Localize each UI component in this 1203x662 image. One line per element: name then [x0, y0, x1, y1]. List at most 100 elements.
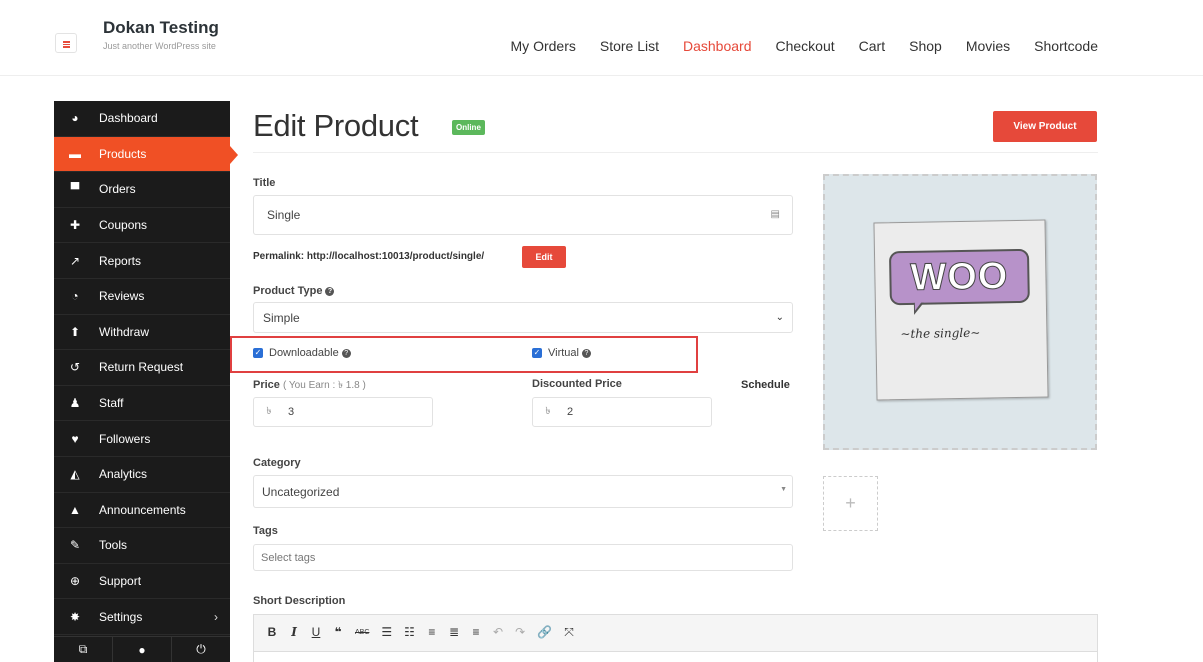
bold-icon[interactable]: B [267, 625, 277, 639]
nav-checkout[interactable]: Checkout [776, 38, 835, 54]
add-gallery-image-button[interactable]: + [823, 476, 878, 531]
title-input[interactable]: Single ▤ [253, 195, 793, 235]
sidebar-item-dashboard[interactable]: ◕ Dashboard [54, 101, 230, 137]
sidebar-item-tools[interactable]: ✎ Tools [54, 528, 230, 564]
brand[interactable]: Dokan Testing Just another WordPress sit… [103, 18, 238, 53]
sidebar-item-followers[interactable]: ♥ Followers [54, 421, 230, 457]
sidebar-item-products[interactable]: ▬ Products [54, 136, 238, 173]
sidebar-footer: ⧉ ● ⏻ [54, 636, 230, 662]
category-value: Uncategorized [262, 484, 340, 499]
nav-dashboard[interactable]: Dashboard [683, 38, 752, 54]
sidebar-item-coupons[interactable]: ✚ Coupons [54, 208, 230, 244]
discounted-price-input[interactable]: ৳ 2 [532, 397, 712, 427]
sidebar-item-analytics[interactable]: ◭ Analytics [54, 457, 230, 493]
gear-icon: ✸ [69, 609, 81, 624]
undo-icon[interactable]: ↶ [493, 625, 503, 639]
downloadable-label: Downloadable [269, 347, 339, 359]
help-icon[interactable]: ? [341, 348, 351, 358]
power-icon[interactable]: ⏻ [172, 637, 230, 662]
password-manager-icon[interactable]: ▤ [771, 209, 780, 220]
schedule-link[interactable]: Schedule [741, 379, 790, 391]
help-icon[interactable]: ? [581, 348, 591, 358]
users-icon: ♟ [69, 396, 81, 411]
sidebar-item-reports[interactable]: ↗ Reports [54, 243, 230, 279]
sidebar-item-return-request[interactable]: ↺ Return Request [54, 350, 230, 386]
italic-icon[interactable]: I [289, 625, 299, 639]
cart-icon: ▀ [70, 182, 80, 197]
align-right-icon[interactable]: ≡ [471, 625, 481, 639]
discounted-price-label: Discounted Price [532, 378, 622, 390]
sidebar-item-withdraw[interactable]: ⬆ Withdraw [54, 315, 230, 351]
numbered-list-icon[interactable]: ☷ [404, 625, 415, 639]
site-header: Dokan Testing Just another WordPress sit… [0, 0, 1203, 76]
price-input[interactable]: ৳ 3 [253, 397, 433, 427]
sidebar-item-label: Tools [99, 538, 128, 553]
fullscreen-icon[interactable]: ⤧ [564, 625, 574, 640]
nav-shortcode[interactable]: Shortcode [1034, 38, 1098, 54]
tags-placeholder: Select tags [261, 551, 316, 564]
gift-icon: ✚ [69, 218, 81, 233]
briefcase-icon: ▬ [69, 146, 81, 161]
sidebar-item-label: Return Request [99, 360, 184, 375]
main-nav: My Orders Store List Dashboard Checkout … [511, 38, 1098, 54]
area-chart-icon: ◭ [70, 467, 80, 482]
downloadable-checkbox[interactable]: ✓ Downloadable? [253, 347, 351, 359]
product-image-box[interactable]: WOO ~the single~ [823, 174, 1097, 450]
woo-logo: WOO [888, 248, 1030, 306]
site-title[interactable]: Dokan Testing [103, 18, 238, 38]
woo-product-image: WOO ~the single~ [873, 219, 1049, 401]
category-select[interactable]: Uncategorized ▼ [253, 475, 793, 508]
currency-symbol: ৳ [266, 405, 272, 417]
discounted-price-value: 2 [567, 406, 574, 418]
you-earn-text: ( You Earn : ৳ 1.8 ) [282, 380, 366, 391]
sidebar-item-reviews[interactable]: ◔ Reviews [54, 279, 230, 315]
link-icon[interactable]: 🔗 [537, 625, 552, 639]
virtual-checkbox[interactable]: ✓ Virtual? [532, 347, 591, 359]
checkbox-checked-icon[interactable]: ✓ [253, 348, 263, 358]
sidebar-item-settings[interactable]: ✸ Settings › [54, 599, 230, 635]
nav-my-orders[interactable]: My Orders [511, 38, 576, 54]
sidebar-item-label: Staff [99, 396, 124, 411]
nav-cart[interactable]: Cart [859, 38, 885, 54]
blockquote-icon[interactable]: ❝ [333, 625, 343, 639]
user-icon[interactable]: ● [113, 637, 172, 662]
editor-toolbar: B I U ❝ ABC ☰ ☷ ≡ ≣ ≡ ↶ ↷ 🔗 ⤧ [254, 615, 1097, 649]
product-type-select[interactable]: Simple ⌄ [253, 302, 793, 333]
sidebar-item-label: Reviews [99, 289, 145, 304]
redo-icon[interactable]: ↷ [515, 625, 525, 639]
strikethrough-icon[interactable]: ABC [355, 629, 369, 636]
underline-icon[interactable]: U [311, 625, 321, 639]
dashboard-icon: ◕ [71, 111, 79, 126]
align-left-icon[interactable]: ≡ [427, 625, 437, 639]
nav-shop[interactable]: Shop [909, 38, 942, 54]
sidebar-item-announcements[interactable]: ▲ Announcements [54, 493, 230, 529]
virtual-label: Virtual [548, 347, 579, 359]
permalink-edit-button[interactable]: Edit [522, 246, 566, 268]
menu-toggle-icon[interactable] [55, 33, 77, 53]
sidebar-item-staff[interactable]: ♟ Staff [54, 386, 230, 422]
chart-icon: ↗ [69, 253, 81, 268]
nav-movies[interactable]: Movies [966, 38, 1010, 54]
price-label-text: Price [253, 379, 280, 391]
editor-body[interactable] [254, 651, 1097, 662]
sidebar-item-label: Orders [99, 182, 136, 197]
sidebar-item-orders[interactable]: ▀ Orders [54, 172, 230, 208]
chevron-right-icon: › [214, 609, 218, 624]
upload-icon: ⬆ [69, 324, 81, 339]
product-type-label: Product Type? [253, 285, 335, 297]
align-center-icon[interactable]: ≣ [449, 625, 459, 639]
bell-icon: ▲ [69, 502, 81, 517]
bullet-list-icon[interactable]: ☰ [381, 625, 392, 639]
help-icon[interactable]: ? [325, 286, 335, 296]
sidebar-item-support[interactable]: ⊕ Support [54, 564, 230, 600]
external-link-icon[interactable]: ⧉ [54, 637, 113, 662]
tags-input[interactable]: Select tags [253, 544, 793, 571]
permalink: Permalink: http://localhost:10013/produc… [253, 251, 485, 262]
image-caption: ~the single~ [900, 325, 981, 342]
sidebar-item-label: Dashboard [99, 111, 158, 126]
product-type-label-text: Product Type [253, 285, 323, 297]
nav-store-list[interactable]: Store List [600, 38, 659, 54]
view-product-button[interactable]: View Product [993, 111, 1097, 142]
title-value: Single [267, 208, 301, 222]
checkbox-checked-icon[interactable]: ✓ [532, 348, 542, 358]
